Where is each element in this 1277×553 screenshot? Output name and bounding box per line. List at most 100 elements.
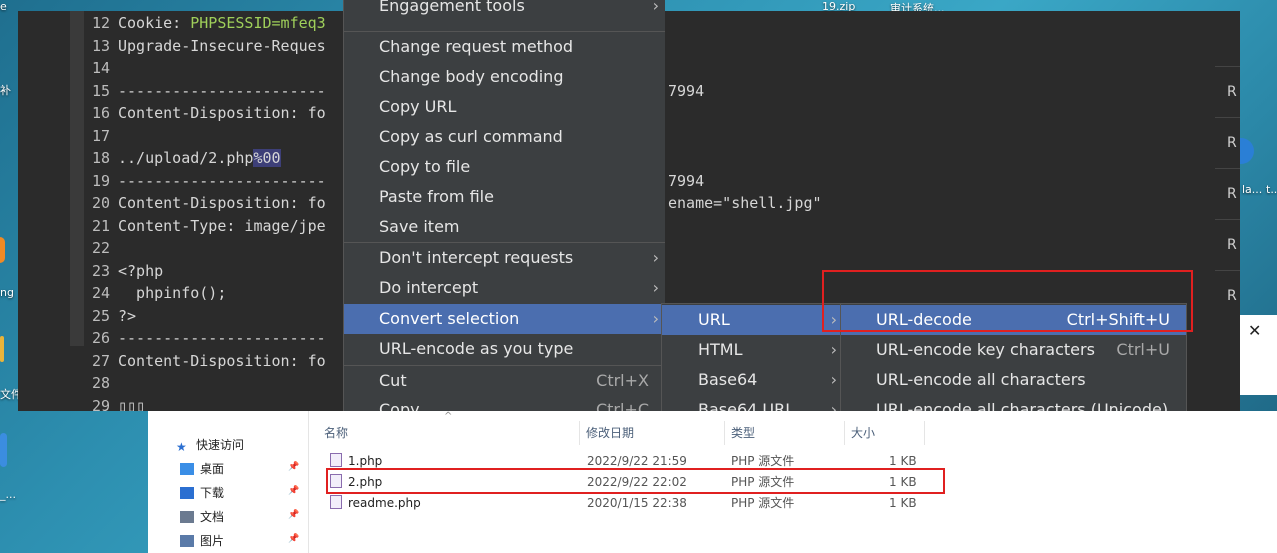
url-submenu: URL-decode Ctrl+Shift+U URL-encode key cha… <box>840 303 1187 412</box>
inspector-item[interactable]: R <box>1215 117 1240 168</box>
desktop-label: t.. <box>1266 183 1277 196</box>
file-size: 1 KB <box>889 475 917 489</box>
nav-item-label: 图片 <box>200 534 225 548</box>
chevron-right-icon: › <box>652 309 659 328</box>
line-number: 28 <box>91 374 110 392</box>
menu-item[interactable]: URL-encode key characters Ctrl+U <box>841 335 1186 365</box>
code-selection: %00 <box>253 149 281 167</box>
pin-icon[interactable]: 📌 <box>288 462 299 472</box>
inspector-item[interactable]: R <box>1215 168 1240 219</box>
code-text: <?php <box>118 261 164 280</box>
code-line: 23 <?php <box>86 260 163 282</box>
inspector-item[interactable]: R <box>1215 270 1240 321</box>
nav-item-label: 下载 <box>200 486 225 500</box>
menu-item[interactable]: URL › <box>662 305 843 335</box>
desktop-app-icon[interactable] <box>1240 138 1254 164</box>
nav-item-label: 桌面 <box>200 462 225 476</box>
code-text: phpinfo(); <box>118 284 227 302</box>
file-name: readme.php <box>330 493 421 514</box>
menu-item[interactable]: Cut Ctrl+X <box>344 366 665 396</box>
nav-item[interactable]: 文档 <box>180 506 224 528</box>
desktop-icon <box>180 463 194 475</box>
pane-divider[interactable] <box>308 411 309 553</box>
menu-item-label: Do intercept <box>379 278 479 297</box>
menu-item[interactable]: Copy URL <box>344 92 665 122</box>
nav-item[interactable]: ★ 快速访问 <box>176 434 244 456</box>
nav-item[interactable]: 桌面 <box>180 458 224 480</box>
file-row[interactable]: 2.php 2022/9/22 22:02 PHP 源文件 1 KB <box>326 472 1086 493</box>
code-line-tail: 7994 <box>668 171 705 190</box>
code-text: Content-Type: image/jpe <box>118 216 326 235</box>
chevron-right-icon: › <box>652 278 659 297</box>
menu-item[interactable]: Do intercept › <box>344 273 665 303</box>
menu-item[interactable]: URL-encode all characters (Unicode) <box>841 395 1186 412</box>
code-line: 27 Content-Disposition: fo <box>86 350 326 372</box>
menu-item[interactable]: URL-encode as you type <box>344 334 665 364</box>
menu-item-shortcut: Ctrl+X <box>596 371 649 390</box>
pin-icon[interactable]: 📌 <box>288 534 299 544</box>
menu-item[interactable]: Convert selection › <box>344 304 665 334</box>
menu-item[interactable]: Base64 URL › <box>662 395 843 412</box>
menu-item-label: Convert selection <box>379 309 520 328</box>
pin-icon[interactable]: 📌 <box>288 510 299 520</box>
line-number: 29 <box>91 396 110 412</box>
menu-item-label: URL-decode <box>876 310 972 329</box>
nav-item-label: 快速访问 <box>196 438 245 452</box>
file-name: 1.php <box>330 451 382 472</box>
menu-item-shortcut: Ctrl+C <box>595 400 649 411</box>
menu-item[interactable]: Base64 › <box>662 365 843 395</box>
code-line-tail: 7994 <box>668 81 705 100</box>
menu-item[interactable]: URL-decode Ctrl+Shift+U <box>841 305 1186 335</box>
code-text: Content-Disposition: fo <box>118 351 326 370</box>
menu-item[interactable]: Change body encoding <box>344 62 665 92</box>
nav-item[interactable]: 图片 <box>180 530 224 552</box>
desktop-app-icon[interactable] <box>0 433 7 467</box>
code-line: 13 Upgrade-Insecure-Reques <box>86 35 326 57</box>
menu-item[interactable]: Save item <box>344 212 665 242</box>
line-number: 23 <box>91 261 110 280</box>
code-text-highlight: PHPSESSID=mfeq3 <box>190 14 326 32</box>
inspector-item[interactable]: R <box>1215 66 1240 117</box>
column-header[interactable]: 大小 <box>845 421 925 445</box>
line-number: 22 <box>91 239 110 257</box>
code-text: ../upload/2.php <box>118 149 254 167</box>
code-text: ?> <box>118 306 137 325</box>
file-row[interactable]: readme.php 2020/1/15 22:38 PHP 源文件 1 KB <box>326 493 1086 514</box>
desktop-folder-icon[interactable] <box>0 336 4 362</box>
code-line: 25 ?> <box>86 305 136 327</box>
file-name-text: readme.php <box>348 496 421 510</box>
menu-item[interactable]: HTML › <box>662 335 843 365</box>
file-explorer: ★ 快速访问 桌面 📌 下载 📌 文档 📌 图片 📌 ^ 名称 修改日期 类型 大小 1.php 2022… <box>148 411 1277 553</box>
editor-scrollbar[interactable] <box>70 11 84 346</box>
file-row[interactable]: 1.php 2022/9/22 21:59 PHP 源文件 1 KB <box>326 451 1086 472</box>
chevron-right-icon: › <box>652 0 659 15</box>
menu-item-label: Paste from file <box>379 187 494 206</box>
menu-item[interactable]: Paste from file <box>344 182 665 212</box>
close-icon[interactable]: ✕ <box>1248 321 1261 340</box>
menu-item[interactable]: Copy Ctrl+C <box>344 395 665 411</box>
desktop-app-icon[interactable] <box>0 237 5 263</box>
menu-item[interactable]: Change request method <box>344 32 665 62</box>
code-line: 20 Content-Disposition: fo <box>86 192 326 214</box>
nav-item[interactable]: 下载 <box>180 482 224 504</box>
code-line: 21 Content-Type: image/jpe <box>86 215 326 237</box>
code-line: 28 <box>86 372 118 394</box>
code-line-tail: ename="shell.jpg" <box>668 194 822 212</box>
menu-item[interactable]: Don't intercept requests › <box>344 243 665 273</box>
column-header[interactable]: 名称 <box>318 421 580 445</box>
inspector-item[interactable]: R <box>1215 219 1240 270</box>
menu-item[interactable]: Engagement tools › <box>344 0 665 21</box>
pin-icon[interactable]: 📌 <box>288 486 299 496</box>
menu-item[interactable]: Copy to file <box>344 152 665 182</box>
menu-item-label: Change request method <box>379 37 574 56</box>
column-header[interactable]: 修改日期 <box>580 421 725 445</box>
menu-item[interactable]: URL-encode all characters <box>841 365 1186 395</box>
file-size: 1 KB <box>889 454 917 468</box>
menu-item[interactable]: Copy as curl command <box>344 122 665 152</box>
chevron-right-icon: › <box>830 370 837 389</box>
code-line: 16 Content-Disposition: fo <box>86 102 326 124</box>
line-number: 15 <box>91 81 110 100</box>
line-number: 24 <box>91 284 110 302</box>
column-header[interactable]: 类型 <box>725 421 845 445</box>
menu-item-shortcut: Ctrl+Shift+U <box>1066 310 1170 329</box>
